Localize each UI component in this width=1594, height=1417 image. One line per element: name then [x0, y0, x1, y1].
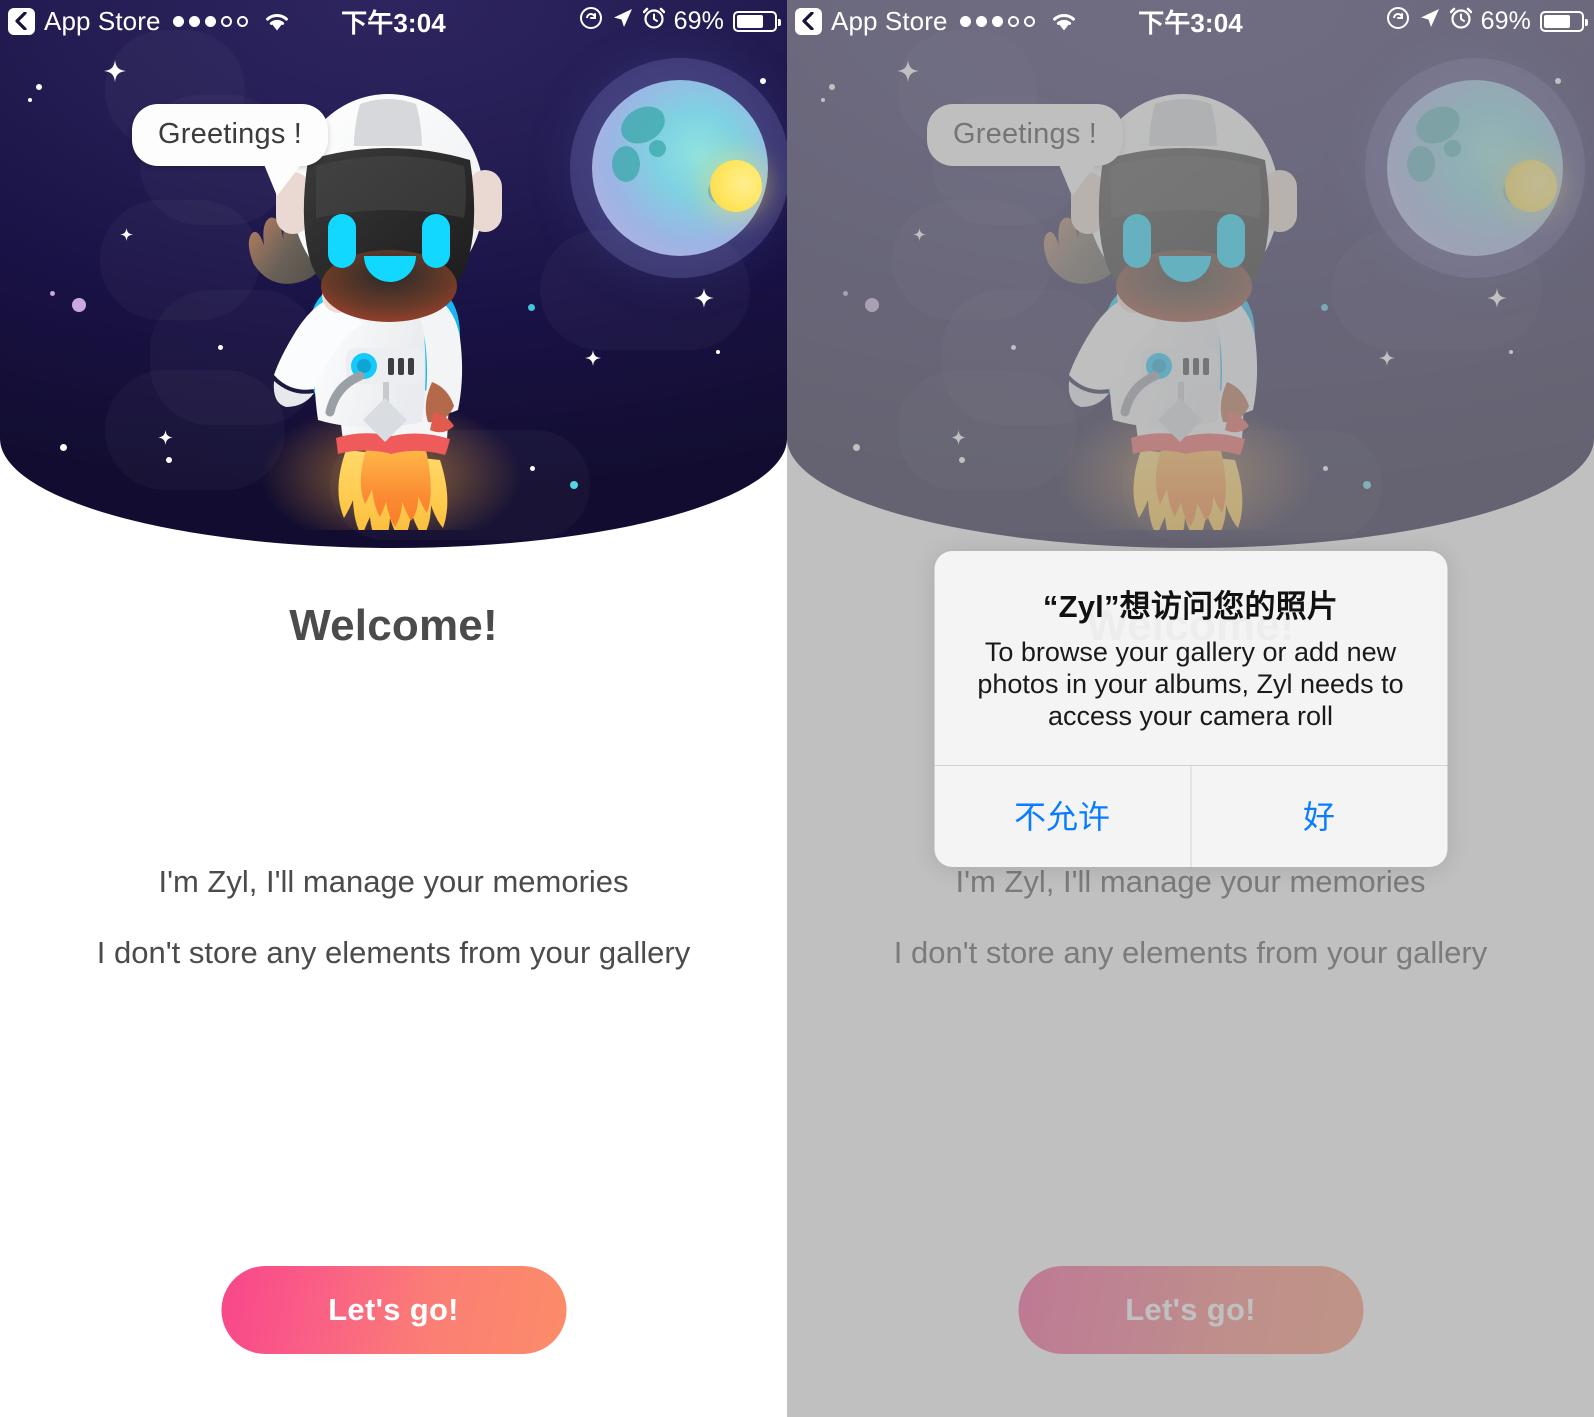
status-bar: App Store 下午3:04 69%: [787, 0, 1594, 42]
rotation-lock-icon: [1386, 6, 1410, 37]
star-dot: [60, 444, 67, 451]
battery-icon: [1540, 10, 1588, 32]
status-bar-right: 69%: [1386, 6, 1588, 37]
signal-strength-icon: [959, 15, 1035, 27]
star-dot: [50, 291, 55, 296]
star-dot: [72, 298, 86, 312]
tagline-line-1: I'm Zyl, I'll manage your memories: [158, 864, 629, 899]
status-bar-left: App Store: [8, 6, 291, 37]
phone-screen-welcome: Greetings ! App Store 下午3:04 69% Welcome…: [0, 0, 787, 1417]
page-title: Welcome!: [289, 601, 498, 650]
dialog-title: “Zyl”想访问您的照片: [1042, 589, 1339, 624]
phone-screen-permission-dialog: Greetings ! App Store 下午3:04: [787, 0, 1594, 1417]
allow-button[interactable]: 好: [1190, 765, 1447, 867]
battery-icon: [733, 10, 781, 32]
location-arrow-icon: [612, 7, 634, 36]
battery-percent-label: 69%: [673, 6, 724, 35]
dialog-body: “Zyl”想访问您的照片 To browse your gallery or a…: [934, 551, 1447, 765]
star-dot: [760, 78, 766, 84]
star-icon: [585, 350, 601, 366]
status-bar-right: 69%: [579, 6, 781, 37]
back-chevron-icon[interactable]: [8, 7, 35, 35]
star-dot: [570, 481, 578, 489]
speech-bubble-text: Greetings !: [158, 118, 303, 150]
star-dot: [218, 345, 223, 350]
alarm-clock-icon: [642, 6, 665, 36]
wifi-icon: [1050, 11, 1078, 32]
star-icon: [694, 288, 714, 308]
alarm-clock-icon: [1449, 6, 1472, 36]
photo-permission-dialog: “Zyl”想访问您的照片 To browse your gallery or a…: [934, 551, 1447, 867]
star-dot: [28, 98, 32, 102]
deny-button[interactable]: 不允许: [934, 766, 1190, 867]
star-dot: [716, 350, 720, 354]
dialog-message: To browse your gallery or add new photos…: [977, 637, 1404, 731]
status-bar-left: App Store: [795, 6, 1078, 37]
star-icon: [104, 60, 126, 82]
planet-crater: [612, 146, 640, 182]
battery-percent-label: 69%: [1480, 6, 1531, 35]
signal-strength-icon: [172, 15, 248, 27]
dual-screenshot-comparison: Greetings ! App Store 下午3:04 69% Welcome…: [0, 0, 1594, 1417]
location-arrow-icon: [1419, 7, 1441, 36]
lets-go-button[interactable]: Let's go!: [221, 1266, 566, 1354]
wifi-icon: [263, 11, 291, 32]
speech-bubble: Greetings !: [132, 104, 329, 196]
dialog-actions: 不允许 好: [934, 764, 1447, 867]
star-icon: [158, 430, 173, 445]
carrier-label: App Store: [44, 5, 161, 36]
moon-icon: [710, 160, 762, 212]
star-icon: [120, 228, 133, 241]
carrier-label: App Store: [831, 5, 948, 36]
planet-crater: [649, 140, 666, 157]
back-chevron-icon[interactable]: [795, 7, 822, 35]
tagline-line-2: I don't store any elements from your gal…: [96, 935, 691, 970]
space-hero-illustration: Greetings !: [0, 0, 787, 548]
rotation-lock-icon: [579, 6, 603, 37]
status-bar: App Store 下午3:04 69%: [0, 0, 787, 42]
star-dot: [166, 457, 172, 463]
star-dot: [36, 84, 42, 90]
